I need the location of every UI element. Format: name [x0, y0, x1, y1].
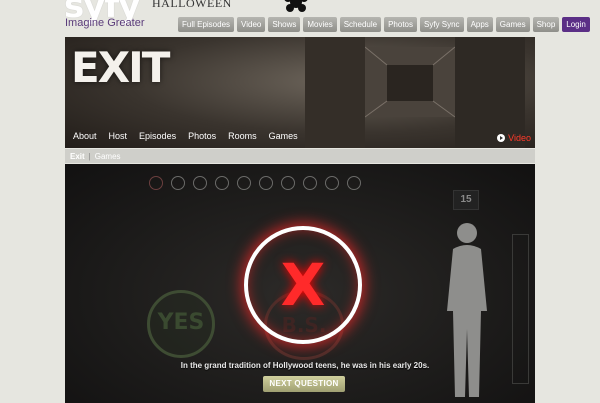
- game-area: 15 YES B.S. X In the grand tradition of …: [65, 164, 535, 403]
- subnav-about[interactable]: About: [73, 131, 97, 141]
- nav-video[interactable]: Video: [237, 17, 266, 32]
- answer-explanation: In the grand tradition of Hollywood teen…: [180, 361, 430, 370]
- progress-dot: [215, 176, 229, 190]
- show-title: EXIT: [71, 43, 170, 92]
- site-header: syfy Imagine Greater HALLOWEEN Full Epis…: [0, 0, 600, 36]
- nav-syfy-sync[interactable]: Syfy Sync: [419, 17, 464, 32]
- yes-button[interactable]: YES: [147, 290, 215, 358]
- wrong-answer-indicator: X: [244, 226, 362, 344]
- nav-movies[interactable]: Movies: [303, 17, 337, 32]
- subnav-photos[interactable]: Photos: [188, 131, 216, 141]
- progress-dot: [347, 176, 361, 190]
- top-nav: Full Episodes Video Shows Movies Schedul…: [178, 17, 590, 32]
- tagline: Imagine Greater: [65, 17, 145, 29]
- progress-dot: [325, 176, 339, 190]
- subnav-games[interactable]: Games: [269, 131, 298, 141]
- breadcrumb: Exit | Games: [65, 149, 535, 163]
- next-question-button[interactable]: NEXT QUESTION: [263, 376, 345, 392]
- person-silhouette: [447, 223, 487, 397]
- show-banner: EXIT About Host Episodes Photos Rooms Ga…: [65, 37, 535, 148]
- elevator-floor-sign: 15: [453, 190, 479, 210]
- nav-shop[interactable]: Shop: [532, 17, 560, 32]
- x-icon: X: [280, 251, 326, 319]
- progress-dot: [259, 176, 273, 190]
- progress-dot: [171, 176, 185, 190]
- subnav-host[interactable]: Host: [109, 131, 128, 141]
- subnav-rooms[interactable]: Rooms: [228, 131, 257, 141]
- play-icon: [497, 134, 506, 142]
- video-link-label: Video: [508, 133, 531, 143]
- halloween-promo[interactable]: HALLOWEEN: [152, 0, 232, 11]
- breadcrumb-separator: |: [88, 151, 91, 161]
- question-progress: [149, 176, 361, 190]
- login-button[interactable]: Login: [562, 17, 590, 32]
- progress-dot: [193, 176, 207, 190]
- video-link[interactable]: Video: [497, 133, 531, 143]
- show-subnav: About Host Episodes Photos Rooms Games: [65, 124, 535, 148]
- nav-shows[interactable]: Shows: [268, 17, 301, 32]
- progress-dot: [281, 176, 295, 190]
- breadcrumb-games[interactable]: Games: [95, 152, 121, 161]
- breadcrumb-exit[interactable]: Exit: [70, 152, 85, 161]
- progress-dot: [149, 176, 163, 190]
- progress-dot: [303, 176, 317, 190]
- progress-dot: [237, 176, 251, 190]
- flower-icon: [284, 0, 308, 12]
- nav-games[interactable]: Games: [495, 17, 530, 32]
- nav-full-episodes[interactable]: Full Episodes: [178, 17, 235, 32]
- nav-apps[interactable]: Apps: [466, 17, 493, 32]
- nav-photos[interactable]: Photos: [384, 17, 417, 32]
- subnav-episodes[interactable]: Episodes: [139, 131, 176, 141]
- nav-schedule[interactable]: Schedule: [339, 17, 382, 32]
